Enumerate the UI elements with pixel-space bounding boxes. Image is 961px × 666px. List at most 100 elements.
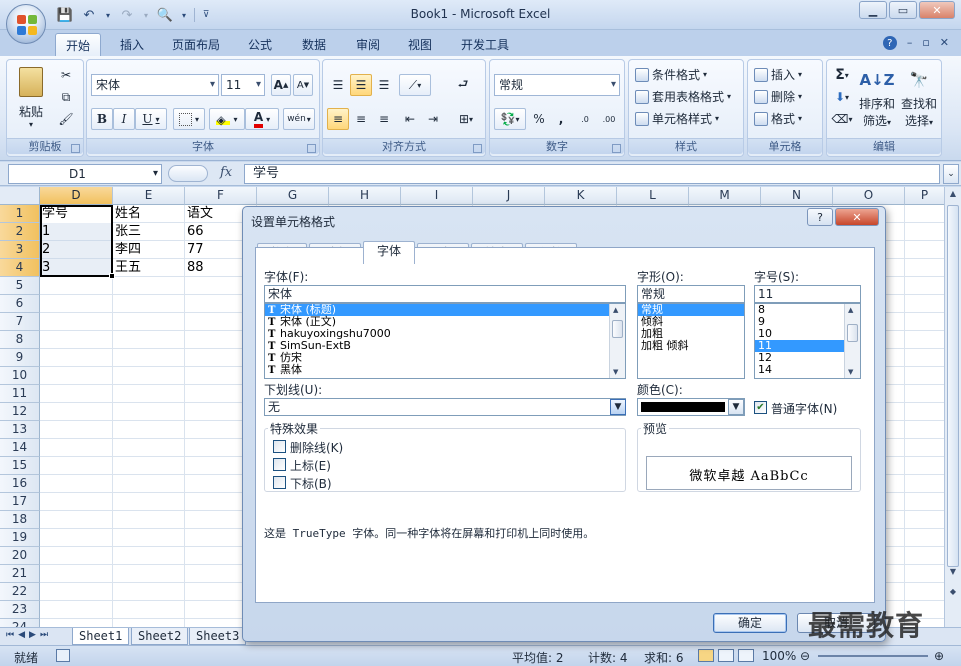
number-launcher-icon[interactable] <box>612 144 621 153</box>
row-header-3[interactable]: 3 <box>0 241 40 259</box>
page-layout-view-icon[interactable] <box>718 649 734 662</box>
column-header-H[interactable]: H <box>329 187 401 205</box>
row-header-22[interactable]: 22 <box>0 583 40 601</box>
zoom-out-icon[interactable]: ⊖ <box>800 649 810 663</box>
font-name-combo[interactable]: 宋体 <box>91 74 219 96</box>
accounting-button[interactable]: 💱 ▾ <box>494 108 526 130</box>
format-as-table-button[interactable]: 套用表格格式 ▾ <box>635 88 731 105</box>
sheet-tab-1[interactable]: Sheet1 <box>72 628 130 645</box>
sheet-tab-2[interactable]: Sheet2 <box>131 628 189 645</box>
row-header-5[interactable]: 5 <box>0 277 40 295</box>
row-header-23[interactable]: 23 <box>0 601 40 619</box>
column-header-P[interactable]: P <box>905 187 944 205</box>
decrease-decimal-button[interactable]: .00 <box>597 108 621 130</box>
row-header-20[interactable]: 20 <box>0 547 40 565</box>
row-header-4[interactable]: 4 <box>0 259 40 277</box>
last-sheet-icon[interactable]: ⏭ <box>40 630 48 640</box>
shrink-font-button[interactable]: A ▼ <box>293 74 313 96</box>
zoom-in-icon[interactable]: ⊕ <box>934 649 944 663</box>
close-button[interactable]: ✕ <box>919 1 955 19</box>
underline-button[interactable]: U ▾ <box>135 108 167 130</box>
row-header-6[interactable]: 6 <box>0 295 40 313</box>
row-header-15[interactable]: 15 <box>0 457 40 475</box>
vertical-scrollbar[interactable]: ▲ ▼ ◆ <box>944 187 961 627</box>
grow-font-button[interactable]: A ▲ <box>271 74 291 96</box>
ribbon-restore-icon[interactable]: ▫ <box>922 36 929 50</box>
find-select-button[interactable]: 🔭 查找和 选择▾ <box>899 64 939 136</box>
scroll-up-icon[interactable]: ▲ <box>947 189 959 203</box>
column-header-I[interactable]: I <box>401 187 473 205</box>
row-header-8[interactable]: 8 <box>0 331 40 349</box>
tab-font[interactable]: 字体 <box>363 241 415 264</box>
column-header-F[interactable]: F <box>185 187 257 205</box>
align-left-button[interactable]: ≡ <box>327 108 349 130</box>
row-header-16[interactable]: 16 <box>0 475 40 493</box>
macro-record-icon[interactable] <box>56 649 70 662</box>
conditional-format-button[interactable]: 条件格式 ▾ <box>635 66 707 83</box>
cell-D3[interactable]: 2 <box>40 241 113 259</box>
office-button[interactable] <box>6 4 46 44</box>
row-header-21[interactable]: 21 <box>0 565 40 583</box>
cell-D4[interactable]: 3 <box>40 259 113 277</box>
sort-filter-button[interactable]: A↓Z 排序和 筛选▾ <box>857 64 897 136</box>
ribbon-minimize-icon[interactable]: – <box>907 36 913 50</box>
cell-E4[interactable]: 王五 <box>113 259 185 277</box>
formula-input[interactable]: 学号 <box>244 164 940 184</box>
row-header-17[interactable]: 17 <box>0 493 40 511</box>
row-header-24[interactable]: 24 <box>0 619 40 627</box>
expand-formula-bar-icon[interactable]: ⌄ <box>943 164 959 184</box>
number-format-combo[interactable]: 常规 <box>494 74 620 96</box>
align-right-button[interactable]: ≡ <box>373 108 395 130</box>
font-color-button[interactable]: A ▾ <box>245 108 279 130</box>
column-header-G[interactable]: G <box>257 187 329 205</box>
italic-button[interactable]: I <box>113 108 135 130</box>
next-sheet-icon[interactable]: ▶ <box>29 630 36 640</box>
prev-sheet-icon[interactable]: ◀ <box>18 630 25 640</box>
format-cells-button[interactable]: 格式 ▾ <box>754 110 802 127</box>
column-header-J[interactable]: J <box>473 187 545 205</box>
cell-D1[interactable]: 学号 <box>40 205 113 223</box>
ok-button[interactable]: 确定 <box>713 613 787 633</box>
page-break-view-icon[interactable] <box>738 649 754 662</box>
borders-button[interactable]: ▾ <box>173 108 205 130</box>
dialog-help-button[interactable]: ? <box>807 208 833 226</box>
cell-E2[interactable]: 张三 <box>113 223 185 241</box>
align-bottom-button[interactable]: ☰ <box>373 74 395 96</box>
wrap-text-button[interactable]: ⮐ <box>451 74 475 96</box>
ribbon-close-icon[interactable]: ✕ <box>940 36 949 50</box>
column-header-N[interactable]: N <box>761 187 833 205</box>
tab-home[interactable]: 开始 <box>55 33 101 56</box>
tab-view[interactable]: 视图 <box>400 33 440 56</box>
scroll-down-icon[interactable]: ▼ <box>947 567 959 581</box>
normal-view-icon[interactable] <box>698 649 714 662</box>
increase-indent-button[interactable]: ⇥ <box>422 108 444 130</box>
row-header-2[interactable]: 2 <box>0 223 40 241</box>
column-header-O[interactable]: O <box>833 187 905 205</box>
bold-button[interactable]: B <box>91 108 113 130</box>
column-header-M[interactable]: M <box>689 187 761 205</box>
increase-decimal-button[interactable]: .0 <box>574 108 596 130</box>
row-header-12[interactable]: 12 <box>0 403 40 421</box>
decrease-indent-button[interactable]: ⇤ <box>399 108 421 130</box>
clear-button[interactable]: ⌫ ▾ <box>829 108 855 130</box>
format-painter-button[interactable]: 🖌 <box>55 108 77 130</box>
restore-button[interactable]: ▭ <box>889 1 917 19</box>
row-header-11[interactable]: 11 <box>0 385 40 403</box>
autosum-button[interactable]: Σ ▾ <box>829 64 855 86</box>
sheet-tab-3[interactable]: Sheet3 <box>189 628 247 645</box>
scroll-thumb[interactable] <box>947 205 959 567</box>
cell-styles-button[interactable]: 单元格样式 ▾ <box>635 110 719 127</box>
scroll-page-icon[interactable]: ◆ <box>947 587 959 601</box>
help-icon[interactable]: ? <box>882 36 897 50</box>
first-sheet-icon[interactable]: ⏮ <box>6 630 14 640</box>
row-header-19[interactable]: 19 <box>0 529 40 547</box>
tab-data[interactable]: 数据 <box>294 33 334 56</box>
copy-button[interactable]: ⧉ <box>55 86 77 108</box>
select-all-corner[interactable] <box>0 187 40 205</box>
insert-function-icon[interactable]: fx <box>220 165 232 180</box>
fill-button[interactable]: ⬇ ▾ <box>829 86 855 108</box>
row-header-13[interactable]: 13 <box>0 421 40 439</box>
row-header-1[interactable]: 1 <box>0 205 40 223</box>
tab-page-layout[interactable]: 页面布局 <box>164 33 228 56</box>
comma-button[interactable]: , <box>552 108 570 130</box>
